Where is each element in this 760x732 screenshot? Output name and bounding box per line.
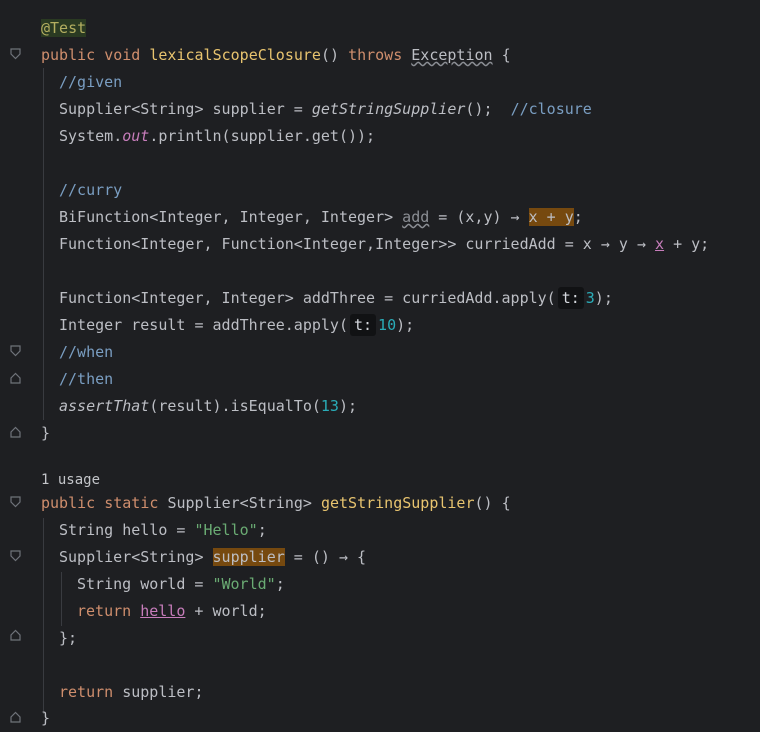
method-name[interactable]: getStringSupplier	[321, 494, 475, 512]
number-literal: 10	[378, 316, 397, 334]
keyword: public	[41, 494, 96, 512]
fold-marker-icon[interactable]	[10, 345, 21, 357]
indent-guide	[43, 518, 44, 714]
code-line[interactable]: Function<Integer, Function<Integer,Integ…	[59, 231, 709, 258]
code-token: Supplier<String> supplier =	[59, 100, 312, 118]
comment: //curry	[59, 181, 123, 199]
code-token: }	[41, 424, 51, 442]
code-token: BiFunction<Integer, Integer, Integer>	[59, 208, 403, 226]
code-line[interactable]: //curry	[59, 177, 122, 204]
method-call[interactable]: getStringSupplier	[312, 100, 466, 118]
code-line[interactable]: Integer result = addThree.apply(t: 10);	[59, 312, 414, 339]
code-token: () {	[474, 494, 511, 512]
annotation-test: @Test	[41, 19, 87, 37]
code-line[interactable]: BiFunction<Integer, Integer, Integer> ad…	[59, 204, 583, 231]
code-line[interactable]: return supplier;	[59, 679, 204, 706]
code-token: ;	[275, 575, 285, 593]
code-token: String world =	[77, 575, 213, 593]
comment: //given	[59, 73, 123, 91]
code-token: {	[501, 46, 511, 64]
code-editor[interactable]: @Test public void lexicalScopeClosure() …	[0, 0, 760, 731]
fold-marker-icon[interactable]	[10, 426, 21, 438]
code-line[interactable]: //given	[59, 69, 122, 96]
keyword: throws	[348, 46, 403, 64]
indent-guide	[61, 572, 62, 626]
code-line[interactable]: }	[41, 420, 50, 447]
method-name[interactable]: lexicalScopeClosure	[149, 46, 321, 64]
comment: //closure	[510, 100, 592, 118]
parameter-hint: t:	[349, 314, 377, 336]
code-token: Supplier<String>	[59, 548, 213, 566]
code-line[interactable]: };	[59, 625, 77, 652]
fold-marker-icon[interactable]	[10, 496, 21, 508]
code-token: = (x,y) →	[429, 208, 529, 226]
parameter-hint: t:	[557, 287, 584, 309]
comment: //then	[59, 370, 114, 388]
code-line[interactable]: @Test	[41, 15, 87, 42]
usage-count[interactable]: 1 usage	[41, 472, 100, 488]
number-literal: 13	[320, 397, 339, 415]
string-literal: "Hello"	[194, 521, 258, 539]
code-line[interactable]: //then	[59, 366, 113, 393]
code-token: );	[338, 397, 358, 415]
exception-type[interactable]: Exception	[411, 46, 492, 64]
captured-variable[interactable]: x	[655, 235, 664, 253]
code-token: String hello =	[59, 521, 195, 539]
code-token: (result).isEqualTo(	[149, 397, 321, 415]
code-token: ;	[257, 521, 267, 539]
static-field[interactable]: out	[122, 127, 149, 145]
keyword: public	[41, 46, 96, 64]
indent-guide	[43, 68, 44, 420]
highlighted-variable[interactable]: supplier	[212, 548, 285, 566]
code-token: .println(supplier.get());	[149, 127, 376, 145]
code-token: ;	[573, 208, 583, 226]
code-token: Supplier<String>	[167, 494, 312, 512]
code-line[interactable]: }	[41, 705, 50, 732]
fold-marker-icon[interactable]	[10, 48, 21, 60]
highlighted-expression[interactable]: x + y	[528, 208, 574, 226]
code-line[interactable]: String hello = "Hello";	[59, 517, 267, 544]
code-token: }	[41, 709, 51, 727]
code-token: supplier;	[113, 683, 204, 701]
fold-marker-icon[interactable]	[10, 629, 21, 641]
code-line[interactable]: assertThat(result).isEqualTo(13);	[59, 393, 357, 420]
method-call[interactable]: assertThat	[59, 397, 149, 415]
code-line[interactable]: public static Supplier<String> getString…	[41, 490, 511, 517]
string-literal: "World"	[212, 575, 276, 593]
fold-marker-icon[interactable]	[10, 711, 21, 723]
fold-marker-icon[interactable]	[10, 550, 21, 562]
code-token: );	[594, 289, 613, 307]
code-line[interactable]: Function<Integer, Integer> addThree = cu…	[59, 285, 613, 312]
code-token: Integer result = addThree.apply(	[59, 316, 348, 334]
code-token: Function<Integer, Function<Integer,Integ…	[59, 235, 656, 253]
code-line[interactable]: System.out.println(supplier.get());	[59, 123, 375, 150]
code-token: .	[113, 127, 123, 145]
code-token: Function<Integer, Integer> addThree = cu…	[59, 289, 556, 307]
code-line[interactable]: Supplier<String> supplier = () → {	[59, 544, 366, 571]
code-token: ();	[465, 100, 493, 118]
code-token: };	[59, 629, 78, 647]
code-token: = () → {	[284, 548, 367, 566]
fold-marker-icon[interactable]	[10, 372, 21, 384]
keyword: return	[59, 683, 114, 701]
keyword: static	[104, 494, 159, 512]
code-token: );	[396, 316, 415, 334]
editor-gutter	[0, 0, 30, 731]
code-line[interactable]: Supplier<String> supplier = getStringSup…	[59, 96, 592, 123]
code-token: + world;	[185, 602, 267, 620]
code-token: ()	[320, 46, 340, 64]
code-token: + y;	[664, 235, 710, 253]
unused-variable[interactable]: add	[402, 208, 429, 226]
code-line[interactable]: //when	[59, 339, 113, 366]
captured-variable[interactable]: hello	[140, 602, 185, 620]
comment: //when	[59, 343, 114, 361]
keyword: return	[77, 602, 132, 620]
number-literal: 3	[585, 289, 595, 307]
code-token: System	[59, 127, 114, 145]
code-line[interactable]: return hello + world;	[77, 598, 267, 625]
code-line[interactable]: public void lexicalScopeClosure() throws…	[41, 42, 511, 69]
keyword: void	[104, 46, 141, 64]
code-line[interactable]: String world = "World";	[77, 571, 285, 598]
